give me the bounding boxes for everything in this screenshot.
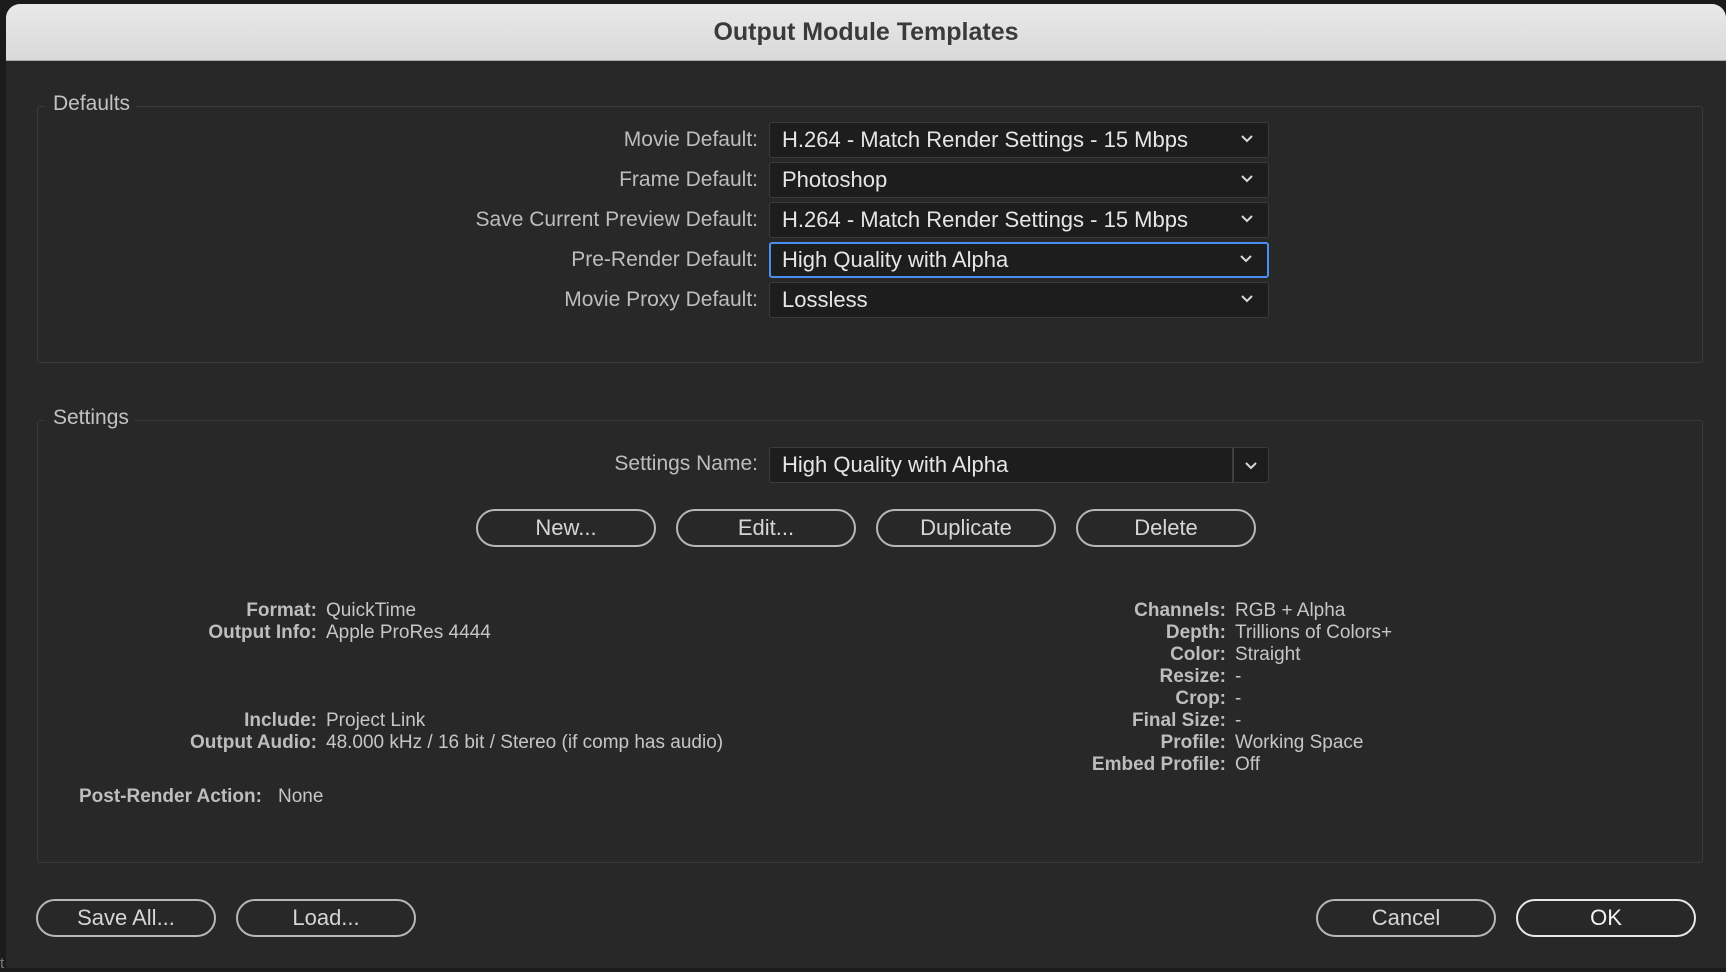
save-preview-default-value: H.264 - Match Render Settings - 15 Mbps — [782, 207, 1188, 232]
color-value: Straight — [1235, 644, 1301, 665]
crop-key: Crop: — [1175, 688, 1226, 709]
settings-name-value: High Quality with Alpha — [782, 452, 1009, 477]
output-info-key: Output Info: — [208, 622, 317, 643]
color-key: Color: — [1170, 644, 1226, 665]
settings-name-combobox[interactable]: High Quality with Alpha — [769, 447, 1233, 483]
embed-profile-value: Off — [1235, 754, 1260, 775]
chevron-down-icon — [1241, 135, 1253, 143]
channels-key: Channels: — [1134, 600, 1226, 621]
save-preview-default-label: Save Current Preview Default: — [475, 208, 758, 231]
channels-value: RGB + Alpha — [1235, 600, 1346, 621]
crop-value: - — [1235, 688, 1242, 709]
output-module-templates-dialog: Output Module Templates Defaults Movie D… — [6, 4, 1726, 968]
settings-name-dropdown-button[interactable] — [1233, 447, 1269, 483]
pre-render-default-label: Pre-Render Default: — [571, 248, 758, 271]
resize-value: - — [1235, 666, 1242, 687]
chevron-down-icon — [1241, 175, 1253, 183]
format-value: QuickTime — [326, 600, 417, 621]
post-render-action-key: Post-Render Action: — [79, 786, 262, 807]
cancel-button[interactable]: Cancel — [1316, 899, 1496, 937]
final-size-key: Final Size: — [1132, 710, 1226, 731]
chevron-down-icon — [1241, 215, 1253, 223]
movie-default-value: H.264 - Match Render Settings - 15 Mbps — [782, 127, 1188, 152]
movie-proxy-default-dropdown[interactable]: Lossless — [769, 282, 1269, 318]
output-info-value: Apple ProRes 4444 — [326, 622, 491, 643]
load-button[interactable]: Load... — [236, 899, 416, 937]
frame-default-value: Photoshop — [782, 167, 888, 192]
output-audio-key: Output Audio: — [190, 732, 317, 753]
output-audio-value: 48.000 kHz / 16 bit / Stereo (if comp ha… — [326, 732, 724, 753]
post-render-action-value: None — [278, 786, 324, 807]
edit-button[interactable]: Edit... — [676, 509, 856, 547]
movie-proxy-default-label: Movie Proxy Default: — [564, 288, 758, 311]
save-preview-default-dropdown[interactable]: H.264 - Match Render Settings - 15 Mbps — [769, 202, 1269, 238]
chevron-down-icon — [1245, 462, 1257, 470]
save-all-button[interactable]: Save All... — [36, 899, 216, 937]
defaults-group-title: Defaults — [45, 92, 137, 116]
depth-key: Depth: — [1165, 622, 1226, 643]
embed-profile-key: Embed Profile: — [1091, 754, 1226, 775]
chevron-down-icon — [1241, 295, 1253, 303]
duplicate-button[interactable]: Duplicate — [876, 509, 1056, 547]
pre-render-default-value: High Quality with Alpha — [782, 247, 1009, 272]
dialog-titlebar[interactable]: Output Module Templates — [6, 4, 1726, 61]
movie-default-dropdown[interactable]: H.264 - Match Render Settings - 15 Mbps — [769, 122, 1269, 158]
depth-value: Trillions of Colors+ — [1235, 622, 1393, 643]
delete-button[interactable]: Delete — [1076, 509, 1256, 547]
resize-key: Resize: — [1159, 666, 1226, 687]
include-value: Project Link — [326, 710, 426, 731]
profile-value: Working Space — [1235, 732, 1364, 753]
settings-name-label: Settings Name: — [614, 452, 758, 475]
chevron-down-icon — [1240, 255, 1252, 263]
profile-key: Profile: — [1160, 732, 1226, 753]
new-button[interactable]: New... — [476, 509, 656, 547]
ok-button[interactable]: OK — [1516, 899, 1696, 937]
dialog-title: Output Module Templates — [713, 17, 1019, 46]
frame-default-dropdown[interactable]: Photoshop — [769, 162, 1269, 198]
pre-render-default-dropdown[interactable]: High Quality with Alpha — [769, 242, 1269, 278]
final-size-value: - — [1235, 710, 1242, 731]
frame-default-label: Frame Default: — [619, 168, 758, 191]
settings-group-title: Settings — [45, 406, 135, 430]
include-key: Include: — [244, 710, 317, 731]
movie-default-label: Movie Default: — [623, 128, 758, 151]
format-key: Format: — [246, 600, 317, 621]
movie-proxy-default-value: Lossless — [782, 287, 868, 312]
